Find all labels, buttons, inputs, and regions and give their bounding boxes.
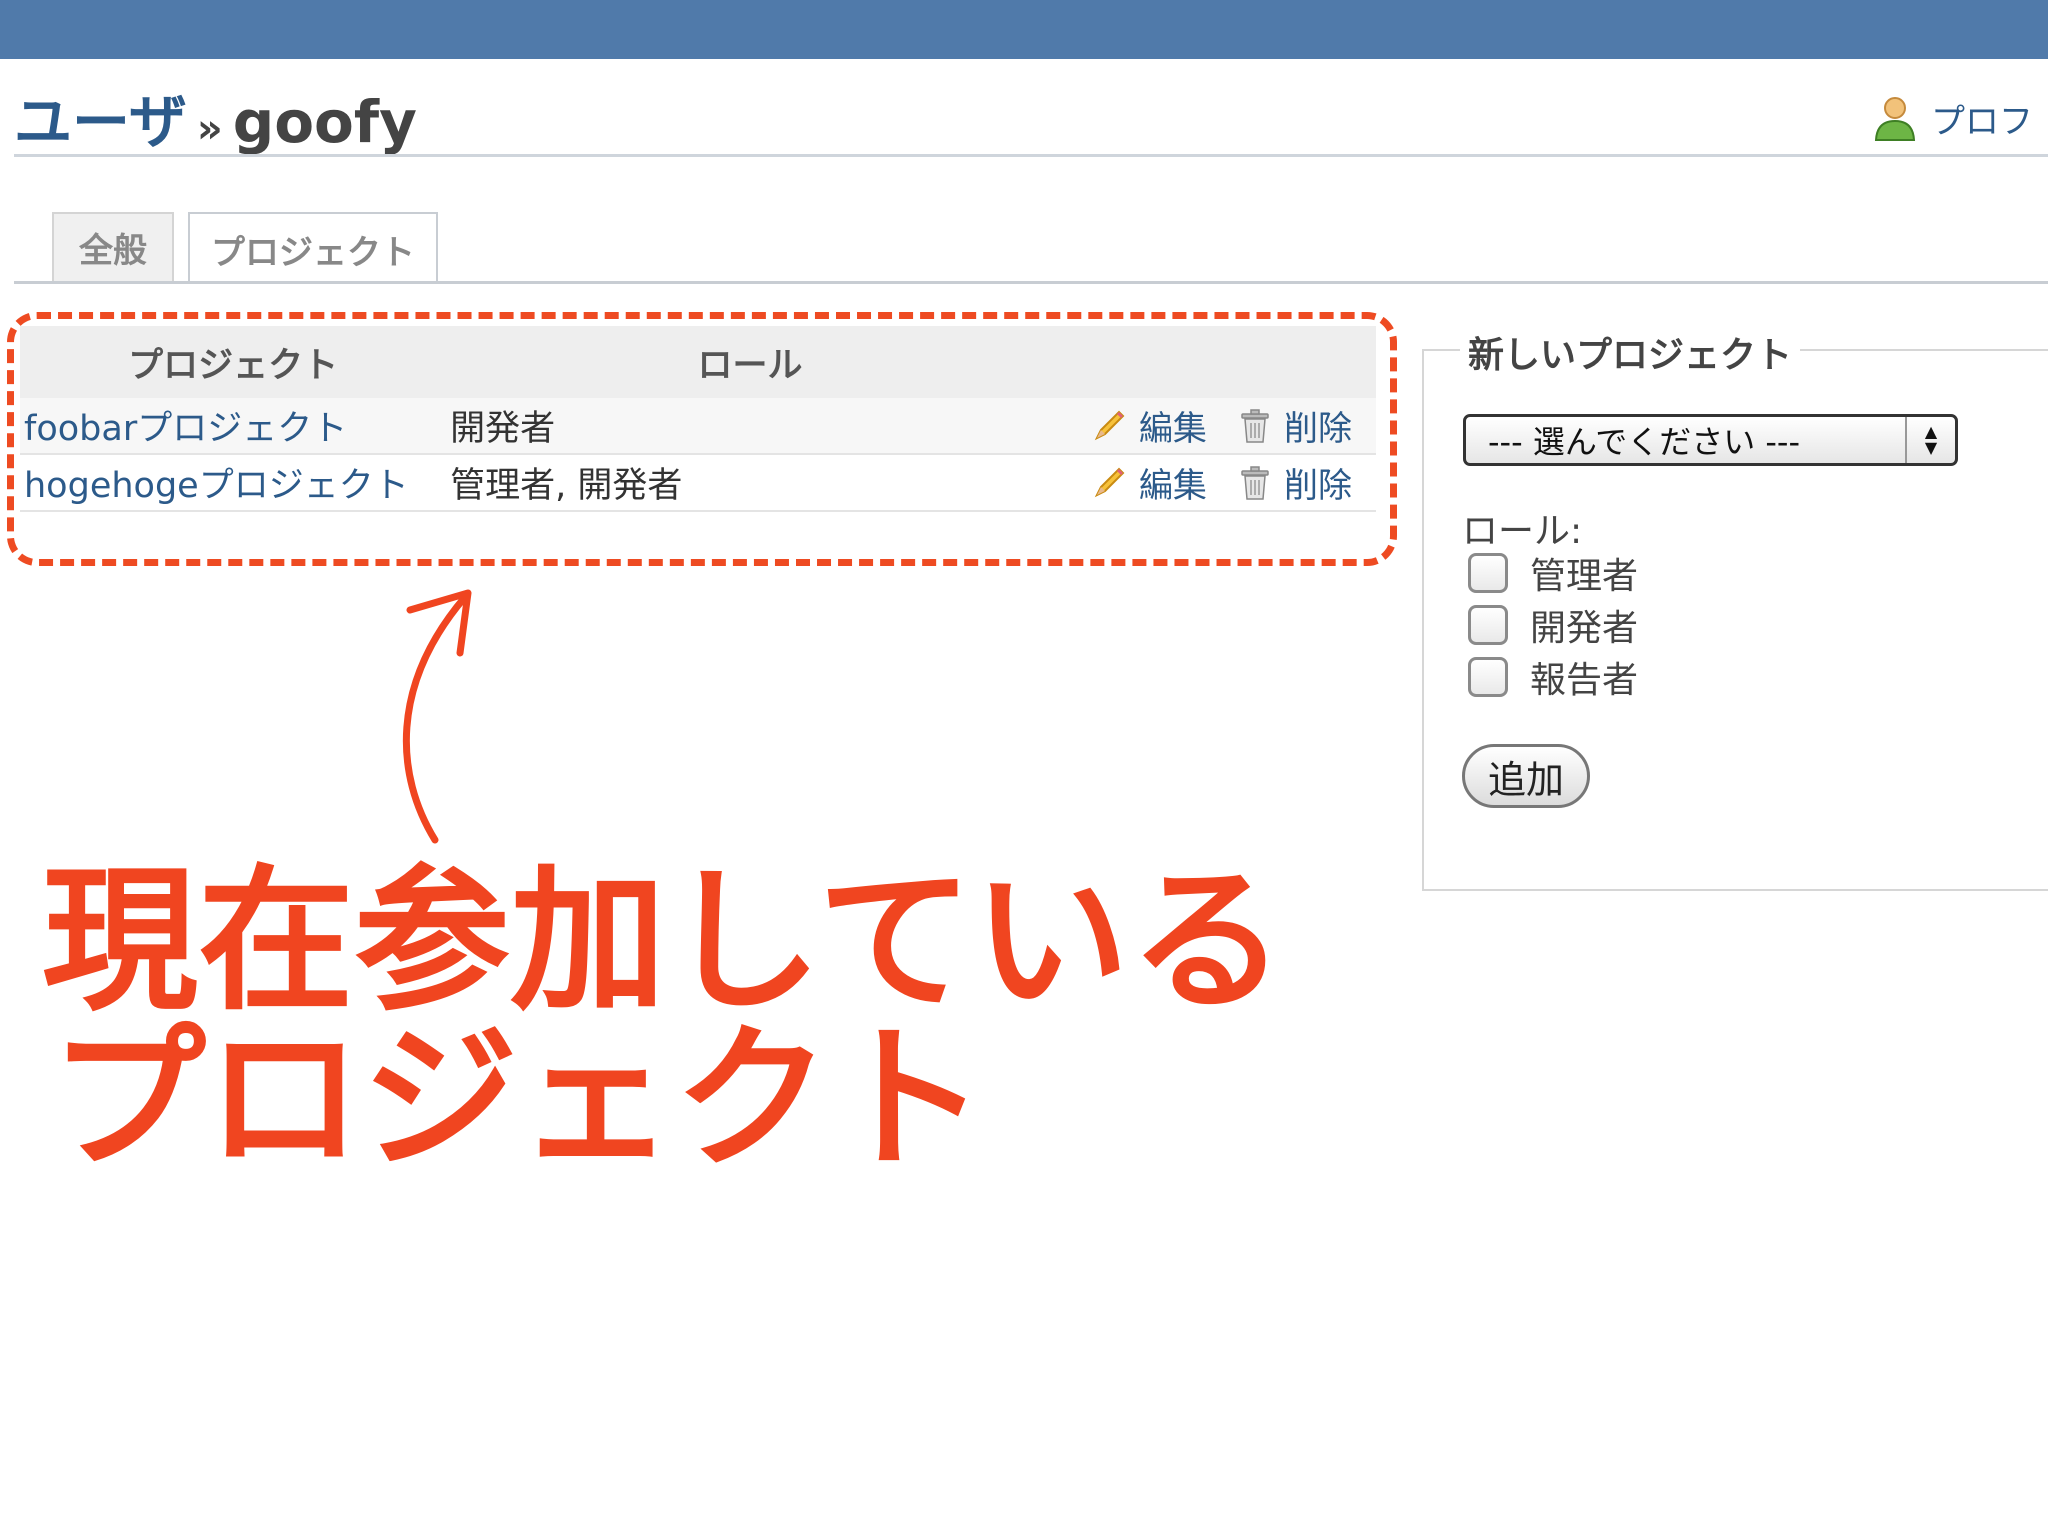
table-row: hogehogeプロジェクト 管理者, 開発者 編集 削除	[20, 454, 1376, 512]
role-label: 開発者	[1530, 608, 1639, 649]
trash-icon	[1241, 408, 1269, 443]
project-cell: foobarプロジェクト	[20, 398, 447, 455]
breadcrumb-users-link[interactable]: ユーザ	[14, 88, 187, 156]
table-row: foobarプロジェクト 開発者 編集 削除	[20, 398, 1376, 455]
role-option-developer[interactable]: 開発者	[1468, 600, 1638, 650]
project-select[interactable]: --- 選んでください --- ▲ ▼	[1463, 414, 1958, 466]
role-label: 管理者	[1530, 556, 1639, 597]
role-label: 報告者	[1530, 660, 1639, 701]
tab-divider	[14, 281, 2048, 284]
user-name: goofy	[232, 88, 417, 156]
project-cell: hogehogeプロジェクト	[20, 454, 447, 512]
user-icon	[1874, 97, 1916, 141]
pencil-icon	[1094, 467, 1125, 497]
tab-projects[interactable]: プロジェクト	[188, 212, 438, 284]
up-down-arrows-icon: ▲ ▼	[1905, 417, 1955, 463]
page-title: ユーザ» goofy	[14, 72, 417, 179]
new-project-legend: 新しいプロジェクト	[1460, 326, 1801, 378]
role-checkbox[interactable]	[1468, 553, 1508, 593]
project-select-value: --- 選んでください ---	[1488, 423, 1801, 461]
edit-membership-button[interactable]: 編集	[1091, 458, 1207, 507]
memberships-table: プロジェクト ロール foobarプロジェクト 開発者 編集 削除 hogeho…	[20, 326, 1376, 512]
breadcrumb-separator: »	[196, 106, 223, 152]
delete-label: 削除	[1284, 409, 1352, 449]
column-header-project: プロジェクト	[20, 326, 447, 398]
column-header-actions	[1053, 326, 1376, 398]
role-option-reporter[interactable]: 報告者	[1468, 652, 1638, 702]
trash-icon	[1241, 465, 1269, 500]
annotation-text: 現在参加している プロジェクト	[42, 862, 1285, 1178]
top-header-bar	[0, 0, 2048, 59]
tab-bar: 全般 プロジェクト	[14, 212, 2048, 284]
role-checkbox[interactable]	[1468, 657, 1508, 697]
roles-cell: 開発者	[446, 398, 1054, 455]
profile-link[interactable]: プロフ	[1873, 88, 2033, 148]
role-option-manager[interactable]: 管理者	[1468, 548, 1638, 598]
pencil-icon	[1094, 410, 1125, 440]
edit-label: 編集	[1138, 466, 1207, 506]
title-divider	[14, 154, 2048, 157]
profile-link-label: プロフ	[1931, 101, 2033, 142]
annotation-arrow	[402, 589, 472, 844]
delete-label: 削除	[1284, 466, 1352, 506]
annotation-line-2: プロジェクト	[50, 1008, 986, 1190]
annotation-line-1: 現在参加している	[42, 850, 1286, 1032]
delete-membership-button[interactable]: 削除	[1238, 401, 1352, 450]
project-link[interactable]: foobarプロジェクト	[24, 409, 347, 449]
add-button[interactable]: 追加	[1462, 744, 1590, 808]
project-link[interactable]: hogehogeプロジェクト	[24, 466, 409, 506]
table-header-row: プロジェクト ロール	[20, 326, 1376, 398]
actions-cell: 編集 削除	[1053, 398, 1376, 455]
roles-cell: 管理者, 開発者	[446, 454, 1054, 512]
delete-membership-button[interactable]: 削除	[1238, 458, 1352, 507]
column-header-role: ロール	[446, 326, 1054, 398]
role-checkbox[interactable]	[1468, 605, 1508, 645]
edit-membership-button[interactable]: 編集	[1091, 401, 1207, 450]
tab-general[interactable]: 全般	[52, 212, 174, 281]
actions-cell: 編集 削除	[1053, 454, 1376, 512]
edit-label: 編集	[1138, 409, 1207, 449]
